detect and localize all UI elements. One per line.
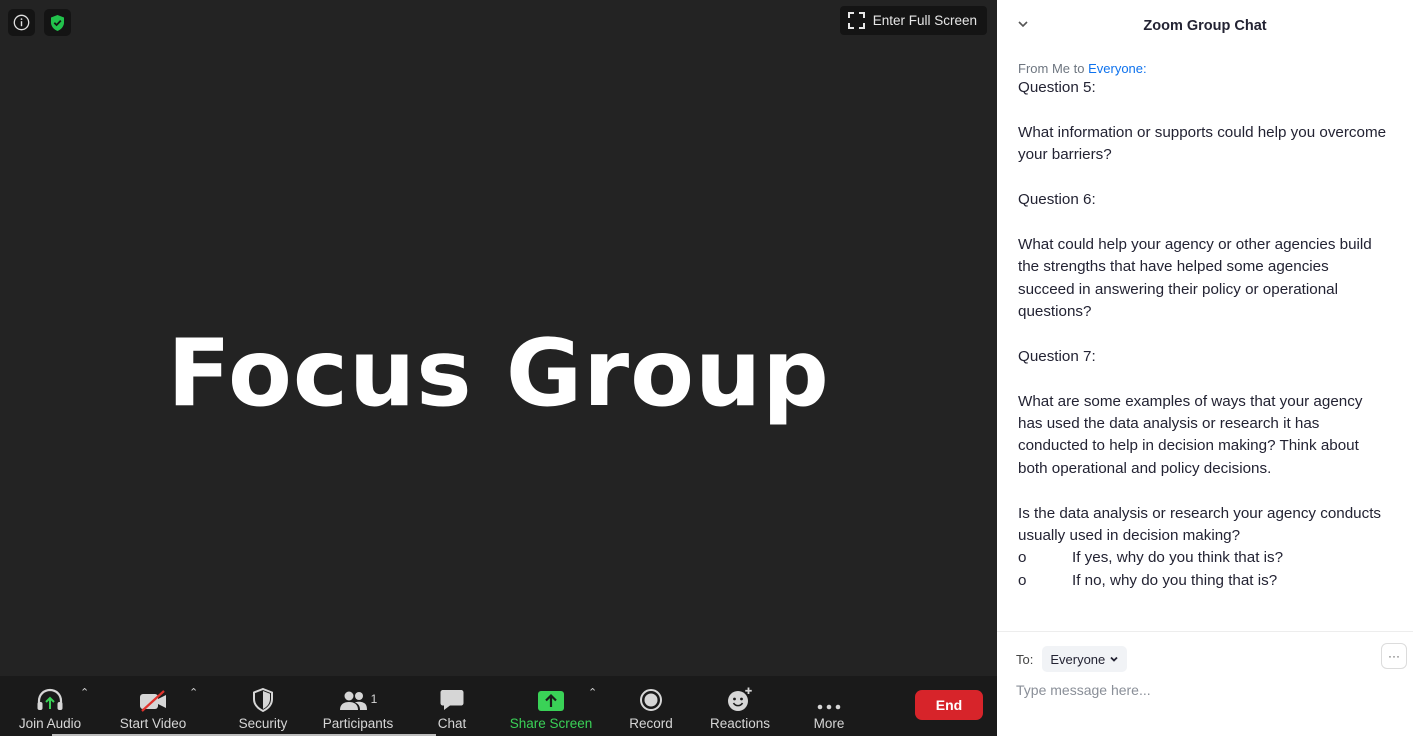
message-line	[1018, 480, 1388, 502]
more-dots-icon	[817, 704, 841, 710]
message-bullet: o If no, why do you thing that is?	[1018, 570, 1388, 592]
video-off-icon	[140, 690, 166, 712]
chat-more-options-button[interactable]: ···	[1381, 643, 1407, 669]
join-audio-label: Join Audio	[18, 716, 82, 731]
chat-button[interactable]: Chat	[425, 676, 479, 736]
message-line: What information or supports could help …	[1018, 123, 1387, 164]
fullscreen-icon	[847, 12, 865, 29]
bullet-marker: o	[1018, 549, 1027, 567]
message-line: Question 6:	[1018, 191, 1096, 208]
message-recipient-link[interactable]: Everyone:	[1088, 61, 1147, 76]
end-meeting-button[interactable]: End	[915, 690, 983, 720]
info-icon	[13, 14, 30, 31]
share-options-chevron-up-icon[interactable]: ⌃	[588, 686, 597, 699]
share-screen-button[interactable]: Share Screen	[507, 676, 595, 736]
message-bullet: o If yes, why do you think that is?	[1018, 547, 1388, 569]
reactions-label: Reactions	[709, 716, 771, 731]
chevron-down-icon	[1110, 656, 1118, 662]
start-video-button[interactable]: Start Video	[117, 676, 189, 736]
record-button[interactable]: Record	[623, 676, 679, 736]
message-line	[1018, 167, 1388, 189]
chat-label: Chat	[437, 716, 467, 731]
start-video-label: Start Video	[119, 716, 187, 731]
chat-composer: To: Everyone ···	[997, 631, 1413, 736]
security-label: Security	[238, 716, 288, 731]
enter-full-screen-button[interactable]: Enter Full Screen	[839, 6, 987, 35]
shared-content-title: Focus Group	[167, 319, 830, 427]
message-line	[1018, 211, 1388, 233]
participants-label: Participants	[322, 716, 394, 731]
share-screen-label: Share Screen	[509, 716, 593, 731]
more-label: More	[813, 716, 845, 731]
security-button[interactable]: Security	[232, 676, 294, 736]
record-icon	[640, 689, 662, 711]
chat-bubble-icon	[440, 690, 464, 710]
participants-count: 1	[370, 692, 378, 706]
share-screen-icon	[538, 691, 564, 711]
reactions-smiley-icon	[728, 687, 752, 711]
recipient-value: Everyone	[1050, 651, 1106, 667]
security-shield-icon	[253, 688, 273, 712]
message-line	[1018, 368, 1388, 390]
reactions-button[interactable]: Reactions	[704, 676, 776, 736]
record-label: Record	[629, 716, 673, 731]
bullet-text: If no, why do you thing that is?	[1072, 571, 1278, 589]
join-audio-button[interactable]: Join Audio	[15, 676, 85, 736]
meeting-info-button[interactable]	[8, 9, 35, 36]
message-line	[1018, 99, 1388, 121]
to-label: To:	[1016, 651, 1034, 667]
message-line: What could help your agency or other age…	[1018, 235, 1372, 321]
chat-message: From Me to Everyone: Question 5: What in…	[1018, 61, 1388, 592]
chat-panel: Zoom Group Chat From Me to Everyone: Que…	[997, 0, 1413, 736]
encryption-button[interactable]	[44, 9, 71, 36]
chat-header: Zoom Group Chat	[997, 0, 1413, 52]
meeting-toolbar: Join Audio ⌃ Start Video ⌃ Security 1 Pa…	[0, 676, 997, 736]
participants-button[interactable]: 1 Participants	[318, 676, 398, 736]
recipient-select[interactable]: Everyone	[1042, 646, 1128, 672]
more-button[interactable]: More	[805, 676, 853, 736]
message-line: Question 5:	[1018, 79, 1096, 96]
meeting-view: Enter Full Screen Focus Group	[0, 0, 997, 676]
message-from-prefix: From Me to	[1018, 61, 1085, 76]
chevron-down-icon[interactable]	[1017, 18, 1029, 30]
message-line: What are some examples of ways that your…	[1018, 392, 1363, 477]
shield-check-icon	[51, 14, 64, 31]
chat-title: Zoom Group Chat	[1143, 18, 1267, 34]
enter-full-screen-label: Enter Full Screen	[872, 13, 977, 28]
video-options-chevron-up-icon[interactable]: ⌃	[189, 686, 198, 699]
message-body: Question 5: What information or supports…	[1018, 77, 1388, 592]
bullet-text: If yes, why do you think that is?	[1072, 549, 1284, 567]
recipient-row: To: Everyone	[1016, 646, 1128, 672]
audio-options-chevron-up-icon[interactable]: ⌃	[80, 686, 89, 699]
message-line	[1018, 323, 1388, 345]
headphones-icon	[37, 688, 63, 710]
chat-message-input[interactable]	[1016, 682, 1376, 698]
message-line: Is the data analysis or research your ag…	[1018, 504, 1382, 545]
meeting-top-icons	[8, 9, 71, 36]
message-sender: From Me to Everyone:	[1018, 61, 1388, 76]
bullet-marker: o	[1018, 571, 1027, 589]
participants-icon	[339, 691, 367, 710]
message-line: Question 7:	[1018, 347, 1096, 365]
